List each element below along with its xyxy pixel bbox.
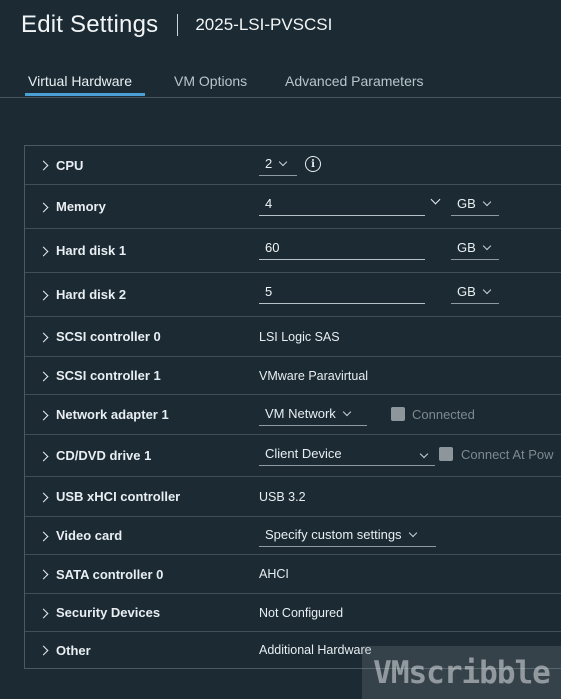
memory-unit-select[interactable]: GB — [451, 192, 499, 216]
expand-cpu[interactable]: CPU — [38, 146, 84, 184]
hard-disk-2-size-input[interactable]: 5 — [259, 280, 425, 304]
hardware-row-network-adapter-1: Network adapter 1 VM Network Connected — [25, 395, 561, 435]
network-select[interactable]: VM Network — [259, 402, 367, 426]
sata-controller-0-value: AHCI — [259, 567, 289, 581]
other-value: Additional Hardware — [259, 643, 372, 657]
expand-security-devices[interactable]: Security Devices — [38, 594, 161, 631]
active-tab-indicator — [25, 93, 145, 96]
hardware-list: CPU 2 i Memory 4 GB Hard disk 1 60 GB Ha… — [24, 145, 561, 669]
chevron-right-icon — [38, 410, 49, 420]
hardware-row-scsi-controller-0: SCSI controller 0 LSI Logic SAS — [25, 317, 561, 357]
row-label: USB xHCI controller — [56, 489, 181, 504]
row-label: CD/DVD drive 1 — [56, 448, 152, 463]
expand-usb-controller[interactable]: USB xHCI controller — [38, 477, 181, 516]
chevron-right-icon — [38, 492, 49, 502]
network-value: VM Network — [265, 406, 336, 421]
connected-checkbox[interactable] — [391, 407, 405, 421]
chevron-right-icon — [38, 202, 49, 212]
hardware-row-memory: Memory 4 GB — [25, 185, 561, 229]
chevron-right-icon — [38, 160, 49, 171]
security-devices-value: Not Configured — [259, 605, 344, 620]
expand-hard-disk-2[interactable]: Hard disk 2 — [38, 273, 127, 316]
chevron-down-icon — [408, 528, 417, 537]
cd-dvd-value: Client Device — [265, 446, 342, 461]
dialog-header: Edit Settings 2025-LSI-PVSCSI — [21, 10, 332, 40]
cd-dvd-device-select[interactable]: Client Device — [259, 442, 435, 466]
hard-disk-1-size-input[interactable]: 60 — [259, 236, 425, 260]
hardware-row-hard-disk-2: Hard disk 2 5 GB — [25, 273, 561, 317]
hard-disk-2-unit-select[interactable]: GB — [451, 280, 499, 304]
chevron-down-icon — [482, 197, 492, 206]
chevron-right-icon — [38, 531, 49, 541]
chevron-down-icon — [482, 285, 492, 294]
row-label: Other — [56, 642, 91, 658]
chevron-down-icon — [482, 241, 492, 250]
chevron-down-icon — [342, 407, 352, 416]
row-label: CPU — [56, 157, 84, 173]
tab-bar: Virtual Hardware VM Options Advanced Par… — [0, 66, 561, 98]
hardware-row-hard-disk-1: Hard disk 1 60 GB — [25, 229, 561, 273]
chevron-right-icon — [38, 451, 49, 461]
expand-network-adapter-1[interactable]: Network adapter 1 — [38, 395, 169, 434]
usb-controller-value: USB 3.2 — [259, 489, 306, 504]
row-label: Hard disk 1 — [56, 243, 127, 258]
hardware-row-usb-controller: USB xHCI controller USB 3.2 — [25, 477, 561, 517]
info-icon[interactable]: i — [305, 156, 321, 172]
tab-advanced-parameters[interactable]: Advanced Parameters — [285, 73, 424, 89]
expand-other[interactable]: Other — [38, 632, 91, 668]
hardware-row-video-card: Video card Specify custom settings — [25, 517, 561, 555]
hardware-row-security-devices: Security Devices Not Configured — [25, 594, 561, 632]
unit-value: GB — [457, 240, 476, 255]
row-label: Video card — [56, 528, 123, 543]
title-separator — [177, 14, 179, 36]
connect-at-power-on-checkbox[interactable] — [439, 447, 453, 461]
row-label: Memory — [56, 199, 106, 214]
hardware-row-cd-dvd-drive-1: CD/DVD drive 1 Client Device Connect At … — [25, 435, 561, 477]
memory-chevron-down-icon[interactable] — [430, 194, 441, 205]
expand-sata-controller-0[interactable]: SATA controller 0 — [38, 555, 164, 593]
hardware-row-cpu: CPU 2 i — [25, 146, 561, 185]
chevron-right-icon — [38, 645, 49, 656]
tab-virtual-hardware[interactable]: Virtual Hardware — [28, 73, 132, 89]
hard-disk-1-unit-select[interactable]: GB — [451, 236, 499, 260]
row-label: Security Devices — [56, 605, 161, 620]
dialog-title: Edit Settings — [21, 11, 159, 38]
row-label: SCSI controller 1 — [56, 368, 161, 383]
video-card-select[interactable]: Specify custom settings — [259, 523, 436, 547]
expand-cd-dvd-drive-1[interactable]: CD/DVD drive 1 — [38, 435, 152, 476]
watermark: VMscribble — [362, 646, 561, 699]
row-label: Network adapter 1 — [56, 407, 169, 422]
expand-memory[interactable]: Memory — [38, 185, 106, 228]
chevron-right-icon — [38, 290, 49, 300]
chevron-right-icon — [38, 332, 49, 342]
chevron-right-icon — [38, 246, 49, 256]
unit-value: GB — [457, 284, 476, 299]
cpu-select[interactable]: 2 — [259, 152, 297, 176]
video-card-value: Specify custom settings — [265, 527, 402, 542]
tab-vm-options[interactable]: VM Options — [174, 73, 247, 89]
row-label: SCSI controller 0 — [56, 329, 161, 344]
chevron-right-icon — [38, 371, 49, 381]
hardware-row-sata-controller-0: SATA controller 0 AHCI — [25, 555, 561, 594]
connect-at-power-on-label: Connect At Pow — [461, 447, 554, 462]
chevron-down-icon — [419, 449, 429, 459]
connected-label: Connected — [412, 407, 475, 422]
unit-value: GB — [457, 196, 476, 211]
vm-name: 2025-LSI-PVSCSI — [195, 15, 333, 34]
chevron-right-icon — [38, 569, 49, 580]
hardware-row-scsi-controller-1: SCSI controller 1 VMware Paravirtual — [25, 357, 561, 395]
expand-scsi-controller-1[interactable]: SCSI controller 1 — [38, 357, 161, 394]
scsi-controller-0-value: LSI Logic SAS — [259, 329, 340, 344]
expand-hard-disk-1[interactable]: Hard disk 1 — [38, 229, 127, 272]
row-label: SATA controller 0 — [56, 566, 164, 582]
scsi-controller-1-value: VMware Paravirtual — [259, 368, 369, 383]
memory-input[interactable]: 4 — [259, 192, 425, 216]
watermark-text: VMscribble — [373, 654, 551, 691]
chevron-right-icon — [38, 608, 49, 618]
cpu-value: 2 — [265, 156, 273, 171]
expand-video-card[interactable]: Video card — [38, 517, 123, 554]
row-label: Hard disk 2 — [56, 287, 127, 302]
chevron-down-icon — [278, 157, 288, 166]
expand-scsi-controller-0[interactable]: SCSI controller 0 — [38, 317, 161, 356]
